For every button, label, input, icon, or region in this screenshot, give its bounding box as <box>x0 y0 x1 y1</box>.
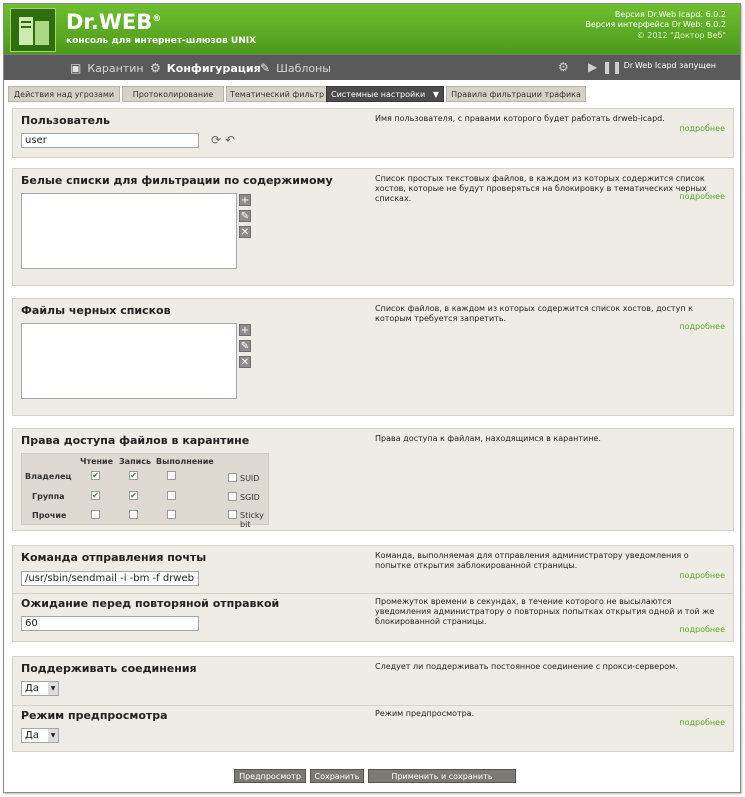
undo-icon[interactable]: ↶ <box>225 133 235 147</box>
chevron-down-icon: ▼ <box>48 682 58 695</box>
delete-icon[interactable]: ✕ <box>239 356 251 368</box>
chevron-down-icon[interactable]: ▼ <box>433 90 439 99</box>
sticky-bit-label: Sticky bit <box>240 511 264 529</box>
preview-more-link[interactable]: подробнее <box>679 718 725 727</box>
sgid-label: SGID <box>240 493 260 502</box>
edit-icon[interactable]: ✎ <box>239 210 251 222</box>
keepalive-desc: Следует ли поддерживать постоянное соеди… <box>375 662 678 671</box>
tab-system-settings[interactable]: Системные настройки ▼ <box>326 86 444 102</box>
add-icon[interactable]: + <box>239 194 251 206</box>
group-write-checkbox[interactable]: ✔ <box>129 491 138 500</box>
preview-title: Режим предпросмотра <box>21 709 168 722</box>
save-button[interactable]: Сохранить <box>310 769 364 783</box>
apply-save-button[interactable]: Применить и сохранить изменения <box>368 769 516 792</box>
tab-threat-actions[interactable]: Действия над угрозами <box>8 86 120 102</box>
quarantine-icon: ▣ <box>70 61 82 75</box>
edit-icon[interactable]: ✎ <box>239 340 251 352</box>
nav-configuration[interactable]: ⚙ Конфигурация <box>150 60 261 76</box>
wait-desc: Промежуток времени в секундах, в течение… <box>375 597 715 626</box>
nav-templates[interactable]: ✎ Шаблоны <box>260 60 331 76</box>
app-window: Dr.WEB® консоль для интернет-шлюзов UNIX… <box>3 3 741 793</box>
tab-thematic-filter[interactable]: Тематический фильтр <box>226 86 328 102</box>
others-exec-checkbox[interactable] <box>167 510 176 519</box>
drweb-logo-icon <box>10 8 56 52</box>
whitelist-listbox[interactable] <box>21 193 237 269</box>
panel-blacklist: Файлы черных списков + ✎ ✕ Список файлов… <box>12 298 734 416</box>
panel-user: Пользователь user ⟳ ↶ Имя пользователя, … <box>12 108 734 158</box>
panel-permissions: Права доступа файлов в карантине Права д… <box>12 428 734 531</box>
sticky-bit-checkbox[interactable] <box>228 510 237 519</box>
blacklist-more-link[interactable]: подробнее <box>679 322 725 331</box>
gear-icon: ⚙ <box>150 61 161 75</box>
group-read-checkbox[interactable]: ✔ <box>91 491 100 500</box>
whitelist-desc: Список простых текстовых файлов, в каждо… <box>375 174 707 203</box>
preview-desc: Режим предпросмотра. <box>375 709 475 718</box>
col-read: Чтение <box>80 457 114 466</box>
service-status: Dr.Web Icapd запущен <box>623 61 716 70</box>
chevron-down-icon: ▼ <box>48 729 58 742</box>
delete-icon[interactable]: ✕ <box>239 226 251 238</box>
refresh-icon[interactable]: ⟳ <box>211 133 221 147</box>
suid-checkbox[interactable] <box>228 473 237 482</box>
suid-label: SUID <box>240 474 260 483</box>
brand-tagline: консоль для интернет-шлюзов UNIX <box>66 36 257 46</box>
keepalive-title: Поддерживать соединения <box>21 662 197 675</box>
user-more-link[interactable]: подробнее <box>679 124 725 133</box>
mail-more-link[interactable]: подробнее <box>679 571 725 580</box>
panel-connection: Поддерживать соединения Да ▼ Следует ли … <box>12 656 734 752</box>
wait-more-link[interactable]: подробнее <box>679 625 725 634</box>
permissions-desc: Права доступа к файлам, находящимся в ка… <box>375 434 601 443</box>
user-title: Пользователь <box>21 114 110 127</box>
others-write-checkbox[interactable] <box>129 510 138 519</box>
col-write: Запись <box>119 457 152 466</box>
wait-input[interactable]: 60 <box>21 616 199 631</box>
tab-logging[interactable]: Протоколирование <box>122 86 224 102</box>
permissions-table: Чтение Запись Выполнение Владелец Группа… <box>21 453 269 529</box>
row-others-label: Прочие <box>32 511 67 520</box>
version-ui: Версия интерфейса Dr.Web: 6.0.2 <box>585 20 726 29</box>
others-read-checkbox[interactable] <box>91 510 100 519</box>
settings-icon[interactable]: ⚙ <box>558 60 569 74</box>
panel-whitelist: Белые списки для фильтрации по содержимо… <box>12 168 734 286</box>
blacklist-desc: Список файлов, в каждом из которых содер… <box>375 304 693 323</box>
owner-read-checkbox[interactable]: ✔ <box>91 471 100 480</box>
nav-quarantine[interactable]: ▣ Карантин <box>70 60 144 76</box>
blacklist-listbox[interactable] <box>21 323 237 399</box>
edit-icon: ✎ <box>260 61 271 75</box>
divider <box>13 705 733 706</box>
sgid-checkbox[interactable] <box>228 492 237 501</box>
play-icon[interactable]: ▶ <box>588 60 597 74</box>
panel-mail: Команда отправления почты /usr/sbin/send… <box>12 545 734 642</box>
pause-icon[interactable]: ❚❚ <box>602 60 622 74</box>
mail-title: Команда отправления почты <box>21 551 207 564</box>
keepalive-select[interactable]: Да ▼ <box>21 681 59 696</box>
header: Dr.WEB® консоль для интернет-шлюзов UNIX… <box>4 4 740 54</box>
mail-desc: Команда, выполняемая для отправления адм… <box>375 551 689 570</box>
add-icon[interactable]: + <box>239 324 251 336</box>
version-icapd: Версия Dr.Web Icapd: 6.0.2 <box>614 10 726 19</box>
main-nav: ▣ Карантин ⚙ Конфигурация ✎ Шаблоны ⚙ ▶ … <box>4 54 740 80</box>
col-exec: Выполнение <box>156 457 214 466</box>
copyright: © 2012 "Доктор Веб" <box>636 31 726 40</box>
row-owner-label: Владелец <box>25 472 72 481</box>
user-desc: Имя пользователя, с правами которого буд… <box>375 114 665 123</box>
preview-select[interactable]: Да ▼ <box>21 728 59 743</box>
row-group-label: Группа <box>32 492 65 501</box>
brand-logo: Dr.WEB® <box>66 10 162 34</box>
user-input[interactable]: user <box>21 133 199 148</box>
preview-button[interactable]: Предпросмотр <box>234 769 306 783</box>
divider <box>13 593 733 594</box>
owner-exec-checkbox[interactable] <box>167 471 176 480</box>
wait-title: Ожидание перед повторяной отправкой <box>21 597 280 610</box>
group-exec-checkbox[interactable] <box>167 491 176 500</box>
permissions-title: Права доступа файлов в карантине <box>21 434 250 447</box>
mail-command-input[interactable]: /usr/sbin/sendmail -i -bm -f drweb -- % <box>21 571 199 586</box>
whitelist-more-link[interactable]: подробнее <box>679 192 725 201</box>
whitelist-title: Белые списки для фильтрации по содержимо… <box>21 174 333 187</box>
tab-traffic-rules[interactable]: Правила фильтрации трафика <box>446 86 586 102</box>
blacklist-title: Файлы черных списков <box>21 304 171 317</box>
owner-write-checkbox[interactable]: ✔ <box>129 471 138 480</box>
